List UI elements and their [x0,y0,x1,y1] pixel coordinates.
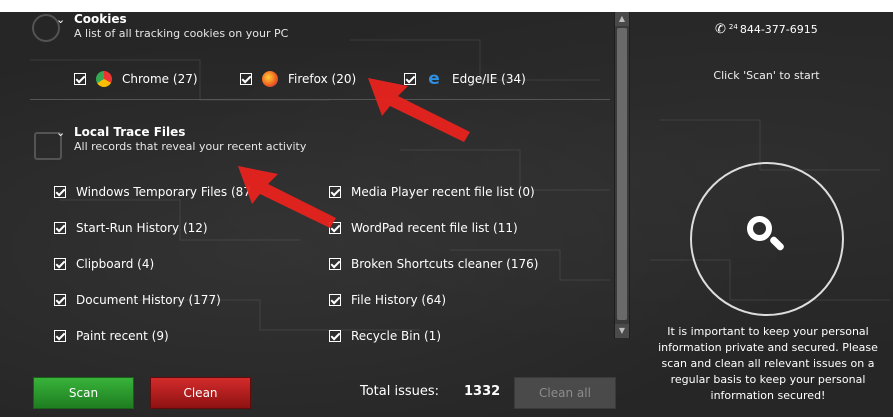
list-item-label: File History (64) [351,293,447,307]
scan-options-panel: ⌄ Cookies A list of all tracking cookies… [30,12,612,362]
vertical-scrollbar[interactable]: ▲ ▼ [614,12,630,338]
edge-label: Edge/IE (34) [452,72,526,86]
checkbox[interactable] [74,73,86,85]
cookies-subtitle: A list of all tracking cookies on your P… [74,27,289,40]
trace-section-header[interactable]: ⌄ Local Trace Files All records that rev… [56,125,307,153]
checkbox-wordpad[interactable]: WordPad recent file list (11) [329,221,518,235]
search-icon-handle [768,235,786,252]
top-border [0,0,893,12]
total-issues-label: Total issues: [360,384,440,399]
edge-icon: e [428,69,440,89]
cookies-title: Cookies [74,12,127,26]
scroll-thumb[interactable] [617,28,627,320]
chevron-down-icon[interactable]: ⌄ [56,13,65,26]
clean-button[interactable]: Clean [150,377,251,409]
checkbox[interactable] [54,330,66,342]
total-issues-count: 1332 [464,384,501,399]
checkbox[interactable] [54,294,66,306]
phone-icon: ✆ [715,22,726,37]
cookies-section-header[interactable]: ⌄ Cookies A list of all tracking cookies… [56,12,289,40]
checkbox-edge[interactable]: e Edge/IE (34) [404,69,526,89]
list-item-label: Document History (177) [76,293,221,307]
checkbox-broken-shortcuts[interactable]: Broken Shortcuts cleaner (176) [329,257,538,271]
list-item-label: Start-Run History (12) [76,221,208,235]
list-item-label: Media Player recent file list (0) [351,185,535,199]
trace-title: Local Trace Files [74,125,186,139]
action-bar: Scan Clean Total issues: 1332 Clean all [30,372,616,417]
checkbox-recycle-bin[interactable]: Recycle Bin (1) [329,329,441,343]
checkbox[interactable] [329,258,341,270]
checkbox-media-player[interactable]: Media Player recent file list (0) [329,185,535,199]
scroll-down-icon[interactable]: ▼ [615,324,629,338]
checkbox-chrome[interactable]: Chrome (27) [74,71,198,87]
checkbox-file-history[interactable]: File History (64) [329,293,446,307]
phone-number: 844-377-6915 [739,23,818,36]
list-item-label: Paint recent (9) [76,329,169,343]
list-item-label: Recycle Bin (1) [351,329,441,343]
checkbox-start-run[interactable]: Start-Run History (12) [54,221,208,235]
checkbox-document-history[interactable]: Document History (177) [54,293,221,307]
search-icon [747,216,772,241]
checkbox-windows-temp[interactable]: Windows Temporary Files (87 [54,185,251,199]
app-window: ⌄ Cookies A list of all tracking cookies… [0,0,893,417]
list-item-label: WordPad recent file list (11) [351,221,518,235]
section-divider [30,99,610,100]
checkbox[interactable] [54,222,66,234]
chevron-down-icon[interactable]: ⌄ [56,126,65,139]
list-item-label: Clipboard (4) [76,257,155,271]
checkbox[interactable] [329,186,341,198]
scan-circle-button[interactable] [690,162,844,316]
checkbox[interactable] [329,222,341,234]
checkbox-clipboard[interactable]: Clipboard (4) [54,257,154,271]
checkbox-firefox[interactable]: Firefox (20) [240,71,356,87]
list-item-label: Windows Temporary Files (87 [76,185,251,199]
phone-24-badge: 24 [728,22,738,31]
scan-hint: Click 'Scan' to start [713,69,820,82]
trace-subtitle: All records that reveal your recent acti… [74,140,307,153]
scan-button[interactable]: Scan [33,377,134,409]
checkbox[interactable] [240,73,252,85]
firefox-label: Firefox (20) [288,72,357,86]
privacy-info-text: It is important to keep your personal in… [658,325,878,402]
checkbox[interactable] [329,294,341,306]
checkbox[interactable] [329,330,341,342]
chrome-icon [96,71,112,87]
scroll-up-icon[interactable]: ▲ [615,12,629,26]
chrome-label: Chrome (27) [122,72,198,86]
list-item-label: Broken Shortcuts cleaner (176) [351,257,539,271]
checkbox-paint-recent[interactable]: Paint recent (9) [54,329,169,343]
checkbox[interactable] [54,258,66,270]
checkbox[interactable] [404,73,416,85]
firefox-icon [262,71,278,87]
clean-all-button[interactable]: Clean all [514,377,616,409]
support-phone: ✆ 24 844-377-6915 [715,22,818,37]
checkbox[interactable] [54,186,66,198]
scan-summary-panel: ✆ 24 844-377-6915 Click 'Scan' to start … [640,12,893,417]
